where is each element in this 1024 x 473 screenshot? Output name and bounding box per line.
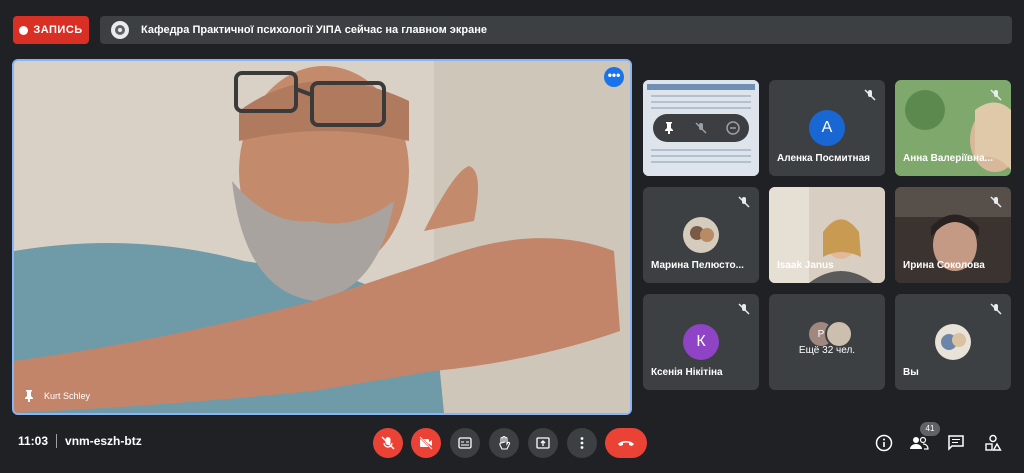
- avatar: К: [683, 324, 719, 360]
- mic-off-icon: [990, 303, 1002, 315]
- presenter-avatar-icon: [111, 21, 129, 39]
- tile-pin-controls: [653, 114, 749, 142]
- participant-name: Аленка Посмитная: [777, 153, 870, 164]
- tile-participant-video[interactable]: Ирина Соколова: [895, 187, 1011, 283]
- mute-off-icon[interactable]: [694, 121, 708, 135]
- remove-icon[interactable]: [726, 121, 740, 135]
- participants-count-badge: 41: [920, 422, 940, 436]
- raise-hand-icon: [499, 435, 511, 450]
- tile-participant[interactable]: К Ксенія Нікітіна: [643, 294, 759, 390]
- tile-participant[interactable]: Марина Пелюсто...: [643, 187, 759, 283]
- hangup-icon: [618, 441, 634, 446]
- speaker-video-frame: [14, 61, 630, 413]
- mic-off-icon: [864, 89, 876, 101]
- meeting-info: 11:03 vnm-eszh-btz: [18, 434, 142, 448]
- activities-button[interactable]: [982, 432, 1004, 454]
- main-participant-label: Kurt Schley: [22, 389, 90, 403]
- people-icon: [910, 436, 929, 450]
- pin-icon: [25, 390, 33, 402]
- leave-call-button[interactable]: [605, 428, 647, 458]
- participant-name: Isaak Janus: [777, 260, 834, 271]
- banner-text: Кафедра Практичної психології УІПА сейча…: [141, 24, 487, 36]
- tile-participant-video[interactable]: Анна Валеріївна...: [895, 80, 1011, 176]
- captions-button[interactable]: [450, 428, 480, 458]
- present-icon: [536, 437, 550, 449]
- avatar: [825, 320, 853, 348]
- main-speaker-video[interactable]: ••• Kurt Schley: [12, 59, 632, 415]
- presentation-banner: Кафедра Практичної психології УІПА сейча…: [100, 16, 1012, 44]
- more-vert-icon: [580, 437, 584, 449]
- record-dot-icon: [19, 25, 29, 35]
- raise-hand-button[interactable]: [489, 428, 519, 458]
- tile-more-participants[interactable]: Р Ещё 32 чел.: [769, 294, 885, 390]
- more-participants-count: Ещё 32 чел.: [798, 345, 856, 356]
- main-participant-name: Kurt Schley: [44, 391, 91, 401]
- recording-indicator[interactable]: ЗАПИСЬ: [13, 16, 89, 44]
- more-options-button[interactable]: [567, 428, 597, 458]
- tile-screen-share[interactable]: [643, 80, 759, 176]
- divider: [56, 434, 58, 448]
- chat-icon: [948, 435, 964, 451]
- mic-off-icon: [738, 303, 750, 315]
- tile-self[interactable]: Вы: [895, 294, 1011, 390]
- present-button[interactable]: [528, 428, 558, 458]
- info-icon: [875, 434, 893, 452]
- mic-toggle-button[interactable]: [373, 428, 403, 458]
- bottom-toolbar: 11:03 vnm-eszh-btz 41: [0, 420, 1024, 473]
- participant-name: Вы: [903, 367, 919, 378]
- tile-participant[interactable]: А Аленка Посмитная: [769, 80, 885, 176]
- mic-off-icon: [738, 196, 750, 208]
- top-bar: ЗАПИСЬ Кафедра Практичної психології УІП…: [0, 0, 1024, 60]
- pin-icon[interactable]: [662, 121, 676, 135]
- participant-name: Ирина Соколова: [903, 260, 985, 271]
- captions-icon: [458, 437, 472, 449]
- tile-participant-video[interactable]: Isaak Janus: [769, 187, 885, 283]
- activities-icon: [985, 434, 1002, 451]
- recording-label: ЗАПИСЬ: [33, 24, 83, 36]
- chat-button[interactable]: [945, 432, 967, 454]
- avatar: А: [809, 110, 845, 146]
- meeting-time: 11:03: [18, 434, 49, 448]
- avatar: [683, 217, 719, 253]
- participant-name: Марина Пелюсто...: [651, 260, 744, 271]
- mic-off-icon: [381, 436, 395, 450]
- camera-toggle-button[interactable]: [411, 428, 441, 458]
- meeting-code: vnm-eszh-btz: [65, 434, 142, 448]
- participant-name: Ксенія Нікітіна: [651, 367, 723, 378]
- avatar: [935, 324, 971, 360]
- meeting-details-button[interactable]: [873, 432, 895, 454]
- more-options-icon[interactable]: •••: [604, 67, 624, 87]
- participant-name: Анна Валеріївна...: [903, 153, 993, 164]
- mic-off-icon: [990, 196, 1002, 208]
- mic-off-icon: [990, 89, 1002, 101]
- camera-off-icon: [419, 436, 433, 450]
